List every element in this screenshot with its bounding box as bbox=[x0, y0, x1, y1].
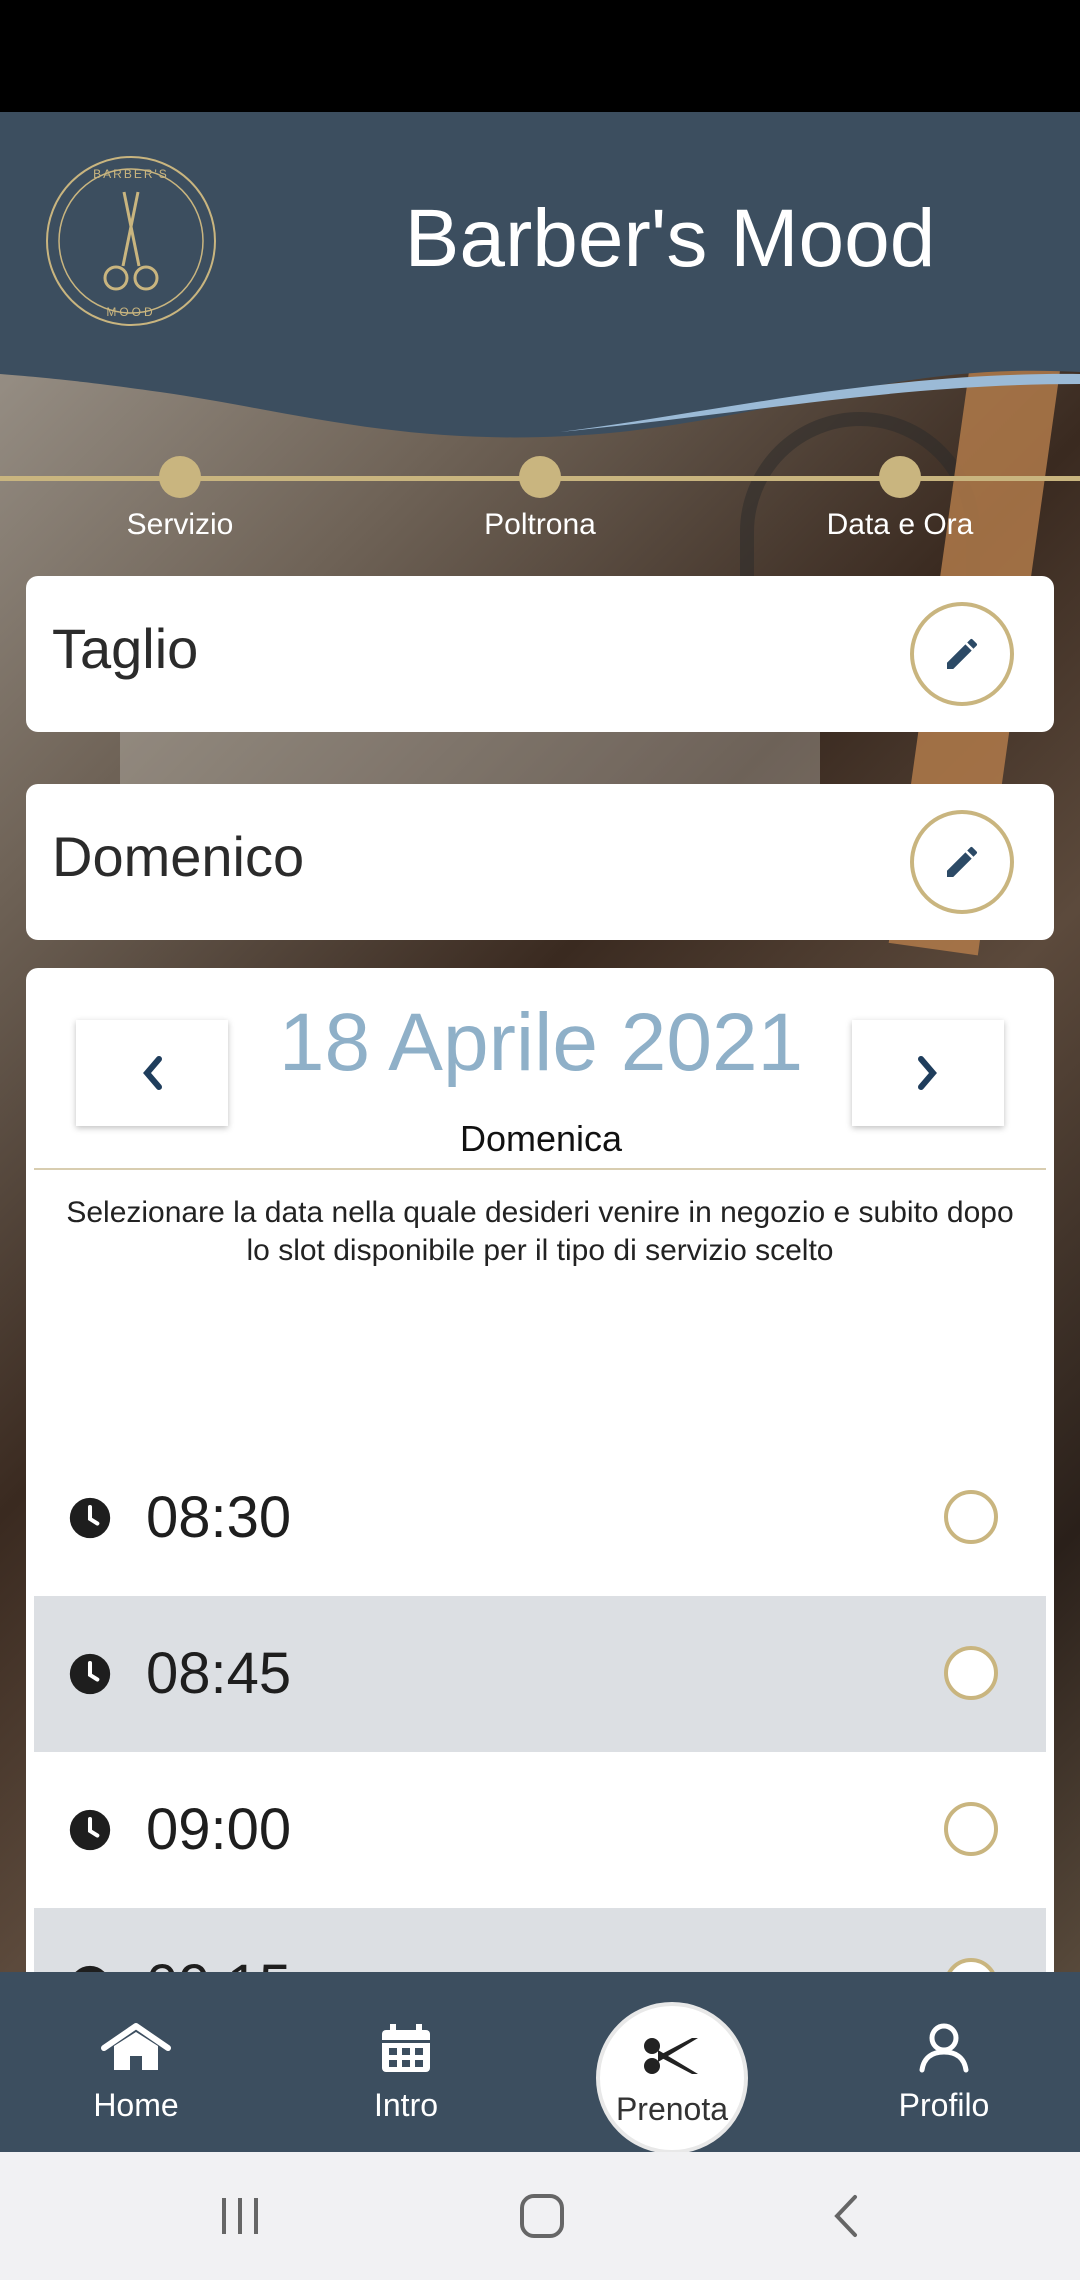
chevron-right-icon bbox=[918, 1056, 937, 1090]
slot-time: 09:00 bbox=[146, 1797, 292, 1862]
step-label: Servizio bbox=[126, 508, 234, 541]
selected-service: Taglio bbox=[52, 617, 199, 680]
step-poltrona[interactable]: Poltrona bbox=[420, 456, 660, 542]
clock-icon bbox=[69, 1497, 111, 1539]
scissors-icon bbox=[644, 2038, 698, 2074]
edit-service-button[interactable] bbox=[910, 602, 1014, 706]
nav-prenota[interactable]: Prenota bbox=[596, 2002, 748, 2154]
nav-intro[interactable]: Intro bbox=[306, 2022, 506, 2124]
barber-card: Domenico bbox=[26, 784, 1054, 940]
user-icon bbox=[919, 2023, 969, 2073]
home-system-button[interactable] bbox=[512, 2186, 572, 2246]
edit-barber-button[interactable] bbox=[910, 810, 1014, 914]
header: BARBER'S MOOD Barber's Mood bbox=[0, 112, 1080, 452]
step-label: Poltrona bbox=[484, 508, 596, 541]
home-square-icon bbox=[520, 2194, 564, 2238]
nav-home-label: Home bbox=[93, 2087, 179, 2123]
slot-time: 08:45 bbox=[146, 1641, 292, 1706]
time-slot[interactable]: 08:45 bbox=[34, 1596, 1046, 1752]
chevron-left-icon bbox=[143, 1056, 162, 1090]
slot-time: 08:30 bbox=[146, 1485, 292, 1550]
clock-icon bbox=[69, 1653, 111, 1695]
back-icon bbox=[834, 2195, 857, 2237]
slot-radio[interactable] bbox=[944, 1802, 998, 1856]
clock-icon bbox=[69, 1809, 111, 1851]
nav-profilo[interactable]: Profilo bbox=[844, 2022, 1044, 2124]
selected-date: 18 Aprile 2021 bbox=[278, 997, 804, 1088]
instructions-text: Selezionare la data nella quale desideri… bbox=[66, 1196, 1014, 1267]
previous-day-button[interactable] bbox=[76, 1020, 228, 1126]
nav-home[interactable]: Home bbox=[36, 2022, 236, 2124]
app-title: Barber's Mood bbox=[404, 193, 936, 284]
barbers-mood-logo: BARBER'S MOOD bbox=[46, 156, 216, 326]
slot-radio[interactable] bbox=[944, 1646, 998, 1700]
time-slot[interactable]: 09:00 bbox=[34, 1752, 1046, 1908]
divider bbox=[34, 1168, 1046, 1170]
nav-intro-label: Intro bbox=[373, 2087, 439, 2123]
app-screen: BARBER'S MOOD Barber's Mood Servizio Pol… bbox=[0, 112, 1080, 2152]
calendar-icon bbox=[382, 2024, 430, 2072]
selected-weekday: Domenica bbox=[459, 1118, 623, 1159]
svg-text:BARBER'S: BARBER'S bbox=[93, 167, 169, 181]
status-bar bbox=[0, 0, 1080, 112]
home-icon bbox=[101, 2023, 171, 2070]
service-card: Taglio bbox=[26, 576, 1054, 732]
step-label: Data e Ora bbox=[826, 508, 974, 541]
next-day-button[interactable] bbox=[852, 1020, 1004, 1126]
time-slot[interactable]: 08:30 bbox=[34, 1440, 1046, 1596]
step-data-e-ora[interactable]: Data e Ora bbox=[780, 456, 1020, 542]
step-dot bbox=[519, 456, 561, 498]
booking-stepper: Servizio Poltrona Data e Ora bbox=[0, 456, 1080, 541]
step-dot bbox=[159, 456, 201, 498]
pencil-icon bbox=[947, 846, 977, 877]
step-servizio[interactable]: Servizio bbox=[60, 456, 300, 542]
svg-text:MOOD: MOOD bbox=[106, 305, 155, 319]
back-button[interactable] bbox=[816, 2186, 876, 2246]
pencil-icon bbox=[947, 638, 977, 669]
nav-profilo-label: Profilo bbox=[898, 2087, 990, 2123]
step-dot bbox=[879, 456, 921, 498]
recent-apps-button[interactable] bbox=[210, 2186, 270, 2246]
recent-apps-icon bbox=[222, 2198, 258, 2234]
system-navigation-bar bbox=[0, 2152, 1080, 2280]
nav-prenota-label: Prenota bbox=[615, 2091, 729, 2127]
bottom-navigation: Home Intro Profilo bbox=[0, 1972, 1080, 2152]
selected-barber: Domenico bbox=[52, 825, 305, 888]
slot-radio[interactable] bbox=[944, 1490, 998, 1544]
